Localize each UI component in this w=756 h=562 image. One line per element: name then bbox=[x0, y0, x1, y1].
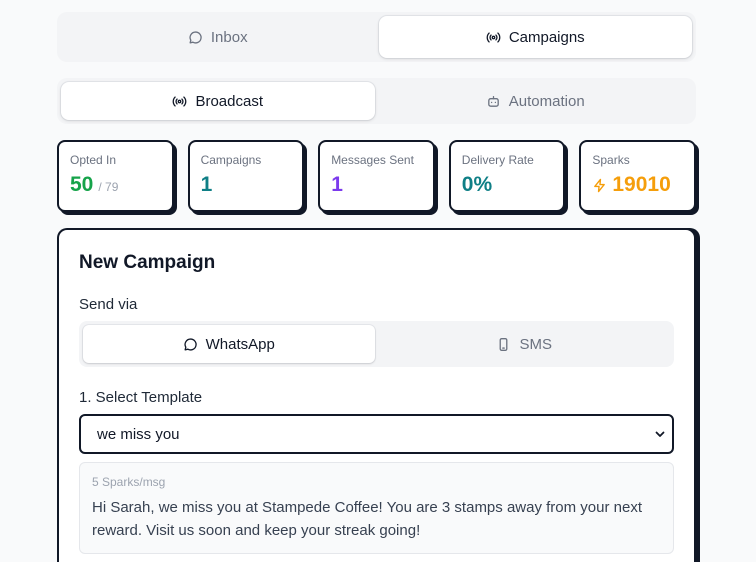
stat-messages-sent: Messages Sent 1 bbox=[318, 140, 435, 212]
chevron-down-icon bbox=[654, 428, 666, 440]
stat-value-row: 19010 bbox=[592, 173, 683, 197]
send-via-label: Send via bbox=[79, 296, 138, 313]
preview-body: Hi Sarah, we miss you at Stampede Coffee… bbox=[92, 499, 642, 539]
tab-inbox-label: Inbox bbox=[210, 28, 248, 46]
stat-label: Opted In bbox=[70, 153, 117, 167]
channel-whatsapp[interactable]: WhatsApp bbox=[83, 325, 375, 363]
tab-inbox[interactable]: Inbox bbox=[61, 16, 375, 58]
sub-tab-bar: Broadcast Automation bbox=[57, 78, 696, 124]
stat-label: Messages Sent bbox=[331, 153, 414, 167]
stats-row: Opted In 50 / 79 Campaigns 1 Messages Se… bbox=[57, 140, 696, 212]
robot-icon bbox=[486, 94, 501, 109]
new-campaign-card: New Campaign Send via WhatsApp SMS 1. Se… bbox=[57, 228, 696, 562]
channel-sms-label: SMS bbox=[519, 335, 552, 353]
channel-sms[interactable]: SMS bbox=[379, 325, 671, 363]
template-label: 1. Select Template bbox=[79, 389, 203, 406]
channel-toggle: WhatsApp SMS bbox=[79, 321, 674, 367]
stat-value: 0% bbox=[461, 173, 493, 196]
broadcast-icon bbox=[486, 30, 501, 45]
tab-automation-label: Automation bbox=[508, 92, 585, 110]
stat-sub: / 79 bbox=[98, 180, 119, 194]
chat-bubble-icon bbox=[183, 337, 198, 352]
top-tab-bar: Inbox Campaigns bbox=[57, 12, 696, 62]
tab-campaigns-label: Campaigns bbox=[508, 28, 585, 46]
card-title: New Campaign bbox=[79, 252, 216, 273]
stat-value-row: 50 / 79 bbox=[70, 173, 161, 197]
stat-value: 1 bbox=[200, 173, 213, 196]
tab-broadcast-label: Broadcast bbox=[195, 92, 264, 110]
stat-value: 50 bbox=[70, 173, 94, 196]
stat-sparks: Sparks 19010 bbox=[579, 140, 696, 212]
chat-bubble-icon bbox=[188, 30, 203, 45]
preview-cost: 5 Sparks/msg bbox=[92, 475, 166, 489]
tab-campaigns[interactable]: Campaigns bbox=[378, 16, 692, 58]
tab-broadcast[interactable]: Broadcast bbox=[61, 82, 375, 120]
template-preview: 5 Sparks/msg Hi Sarah, we miss you at St… bbox=[79, 462, 674, 554]
stat-opted-in: Opted In 50 / 79 bbox=[57, 140, 174, 212]
stat-label: Delivery Rate bbox=[461, 153, 534, 167]
stat-value: 1 bbox=[331, 173, 343, 196]
stat-campaigns: Campaigns 1 bbox=[187, 140, 305, 212]
app-container: Inbox Campaigns Broadcast Automation Opt… bbox=[57, 12, 696, 562]
tab-automation[interactable]: Automation bbox=[379, 82, 693, 120]
stat-label: Sparks bbox=[592, 153, 630, 167]
lightning-icon bbox=[592, 178, 607, 193]
stat-delivery-rate: Delivery Rate 0% bbox=[448, 140, 566, 212]
broadcast-icon bbox=[172, 94, 187, 109]
channel-whatsapp-label: WhatsApp bbox=[205, 335, 275, 353]
phone-icon bbox=[496, 337, 511, 352]
stat-label: Campaigns bbox=[200, 153, 262, 167]
template-select[interactable]: we miss you bbox=[79, 414, 674, 454]
template-select-value: we miss you bbox=[97, 425, 180, 443]
stat-value: 19010 bbox=[612, 173, 671, 196]
